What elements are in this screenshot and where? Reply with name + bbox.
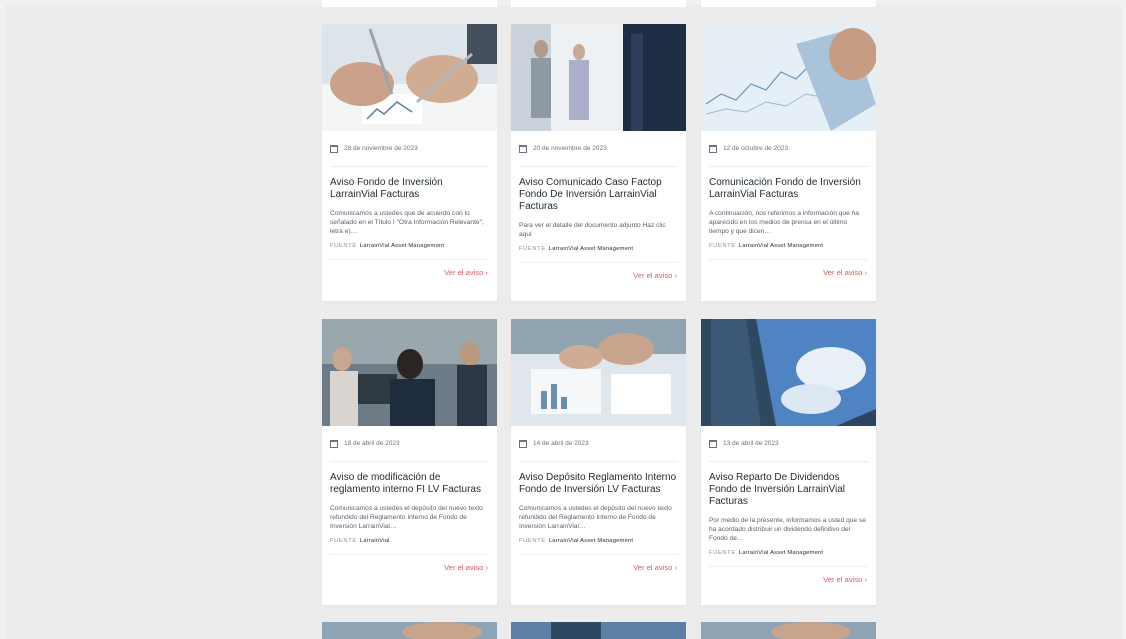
card-description: Por medio de la presente, informamos a u… <box>709 517 866 542</box>
news-card[interactable]: 18 de abril de 2023 Aviso de modificació… <box>322 319 497 605</box>
card-title[interactable]: Aviso Fondo de Inversión LarrainVial Fac… <box>322 167 497 201</box>
previous-card-stub <box>322 0 497 7</box>
calendar-icon <box>709 144 717 153</box>
next-card-image <box>322 622 497 639</box>
card-date: 20 de noviembre de 2023 <box>533 145 607 152</box>
card-title[interactable]: Aviso de modificación de reglamento inte… <box>322 462 497 496</box>
news-card[interactable]: 14 de abril de 2023 Aviso Depósito Regla… <box>511 319 686 605</box>
calendar-icon <box>519 439 527 448</box>
view-notice-link[interactable]: Ver el aviso › <box>511 263 686 290</box>
card-source: FUENTE LarrainVial Asset Management <box>709 550 824 556</box>
card-source: FUENTE LarrainVial Asset Management <box>519 246 634 252</box>
view-notice-link[interactable]: Ver el aviso › <box>511 555 686 582</box>
card-source-name: LarrainVial Asset Management <box>548 246 634 252</box>
view-notice-link[interactable]: Ver el aviso › <box>701 260 876 287</box>
card-source: FUENTE LarrainVial <box>330 538 390 544</box>
previous-card-stub <box>701 0 876 7</box>
calendar-icon <box>330 439 338 448</box>
card-description: Comunicamos a ustedes que de acuerdo con… <box>330 210 484 235</box>
view-notice-link[interactable]: Ver el aviso › <box>322 260 497 287</box>
chevron-right-icon: › <box>674 271 677 280</box>
card-description: Para ver el detalle del documento adjunt… <box>519 222 666 238</box>
card-source-name: LarrainVial Asset Management <box>738 243 824 249</box>
card-date: 18 de abril de 2023 <box>344 440 400 447</box>
card-title[interactable]: Aviso Comunicado Caso Factop Fondo De In… <box>511 167 686 213</box>
news-card[interactable]: 28 de noviembre de 2023 Aviso Fondo de I… <box>322 24 497 301</box>
card-image-business-people-walking <box>511 24 686 131</box>
chevron-right-icon: › <box>485 563 488 572</box>
next-card-image <box>511 622 686 639</box>
card-source-name: LarrainVial Asset Management <box>548 538 634 544</box>
chevron-right-icon: › <box>485 268 488 277</box>
card-source-name: LarrainVial Asset Management <box>738 550 824 556</box>
calendar-icon <box>709 439 717 448</box>
next-card-image <box>701 622 876 639</box>
card-title[interactable]: Aviso Reparto De Dividendos Fondo de Inv… <box>701 462 876 508</box>
calendar-icon <box>519 144 527 153</box>
card-image-pens-documents <box>322 24 497 131</box>
news-card[interactable]: 20 de noviembre de 2023 Aviso Comunicado… <box>511 24 686 301</box>
card-source: FUENTE LarrainVial Asset Management <box>330 243 445 249</box>
card-source-name: LarrainVial Asset Management <box>359 243 445 249</box>
chevron-right-icon: › <box>864 268 867 277</box>
news-card[interactable]: 13 de abril de 2023 Aviso Reparto De Div… <box>701 319 876 605</box>
card-image-reviewing-charts <box>511 319 686 426</box>
card-date: 12 de octubre de 2023 <box>723 145 789 152</box>
card-description: A continuación, nos referimos a informac… <box>709 210 859 235</box>
card-source: FUENTE LarrainVial Asset Management <box>709 243 824 249</box>
card-date: 14 de abril de 2023 <box>533 440 589 447</box>
news-card[interactable]: 12 de octubre de 2023 Comunicación Fondo… <box>701 24 876 301</box>
card-description: Comunicamos a ustedes el depósito del nu… <box>519 505 672 530</box>
card-image-skyscrapers <box>701 319 876 426</box>
card-image-business-meeting <box>322 319 497 426</box>
calendar-icon <box>330 144 338 153</box>
card-date: 13 de abril de 2023 <box>723 440 779 447</box>
card-date: 28 de noviembre de 2023 <box>344 145 418 152</box>
chevron-right-icon: › <box>864 575 867 584</box>
card-source: FUENTE LarrainVial Asset Management <box>519 538 634 544</box>
card-description: Comunicamos a ustedes el depósito del nu… <box>330 505 483 530</box>
card-title[interactable]: Aviso Depósito Reglamento Interno Fondo … <box>511 462 686 496</box>
previous-card-stub <box>511 0 686 7</box>
card-image-chart-tablet <box>701 24 876 131</box>
chevron-right-icon: › <box>674 563 677 572</box>
view-notice-link[interactable]: Ver el aviso › <box>322 555 497 582</box>
view-notice-link[interactable]: Ver el aviso › <box>701 567 876 594</box>
card-source-name: LarrainVial <box>359 538 390 544</box>
card-title[interactable]: Comunicación Fondo de Inversión LarrainV… <box>701 167 876 201</box>
